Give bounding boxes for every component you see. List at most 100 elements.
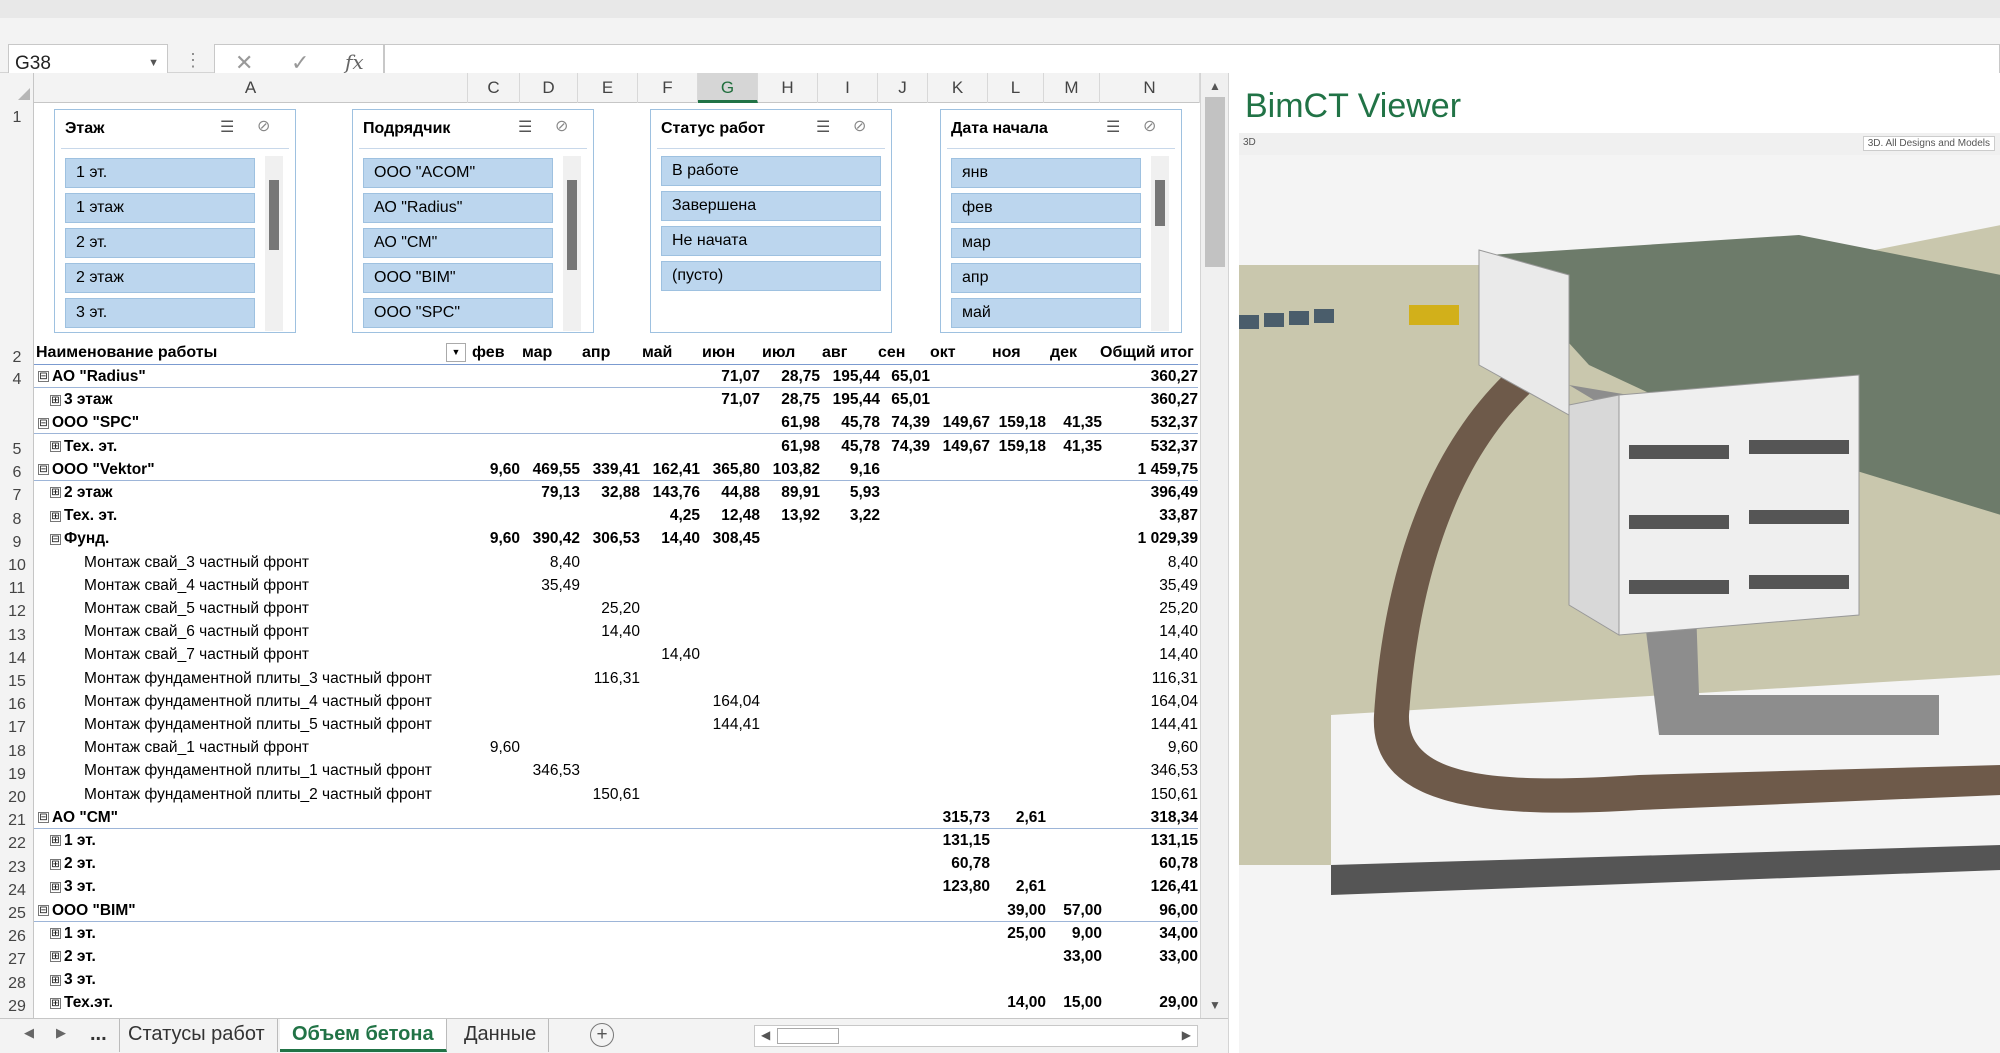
col-header-f[interactable]: F [638,73,698,103]
pivot-detail-row[interactable]: Монтаж фундаментной плиты_2 частный фрон… [34,783,1198,806]
value-cell[interactable]: 41,35 [1063,435,1102,458]
pivot-group-row[interactable]: ⊟ АО "СМ" 315,73 2,61 318,34 [34,806,1198,829]
slicer-scrollbar[interactable] [563,156,581,331]
slicer-item[interactable]: янв [951,158,1141,188]
pivot-detail-row[interactable]: Монтаж свай_4 частный фронт 35,49 35,49 [34,574,1198,597]
value-cell[interactable]: 79,13 [541,481,580,504]
next-sheet-icon[interactable]: ▶ [56,1025,66,1041]
value-cell[interactable]: 2,61 [1016,875,1046,898]
total-cell[interactable]: 29,00 [1159,991,1198,1014]
multi-select-icon[interactable]: ☰ [220,117,242,137]
total-cell[interactable]: 1 029,39 [1138,527,1198,550]
value-cell[interactable]: 61,98 [781,411,820,434]
expand-icon[interactable]: ⊞ [50,510,61,522]
slicer-item[interactable]: 1 этаж [65,193,255,223]
value-cell[interactable]: 45,78 [841,435,880,458]
function-icon[interactable]: fx [345,50,364,74]
total-cell[interactable]: 360,27 [1151,365,1198,388]
expand-icon[interactable]: ⊞ [50,835,61,847]
value-cell[interactable]: 149,67 [943,411,990,434]
value-cell[interactable]: 315,73 [943,806,990,829]
pivot-group-row[interactable]: ⊞ 2 этаж 79,13 32,88 143,76 44,88 89,91 5,93 396… [34,481,1198,504]
total-cell[interactable]: 126,41 [1151,875,1198,898]
clear-filter-icon[interactable]: ⊘ [1143,116,1165,136]
value-cell[interactable]: 159,18 [999,411,1046,434]
pivot-group-row[interactable]: ⊞ Тех.эт. 14,00 15,00 29,00 [34,991,1198,1014]
value-cell[interactable]: 123,80 [943,875,990,898]
pivot-group-row[interactable]: ⊟ ООО "Vektor" 9,60 469,55 339,41 162,41 365,8… [34,458,1198,481]
row-header[interactable]: 11 [0,577,34,600]
value-cell[interactable]: 9,16 [850,458,880,481]
pivot-group-row[interactable]: ⊞ 1 эт. 25,00 9,00 34,00 [34,922,1198,945]
total-cell[interactable]: 33,00 [1159,945,1198,968]
value-cell[interactable]: 89,91 [781,481,820,504]
row-header[interactable]: 16 [0,693,34,716]
scroll-thumb[interactable] [269,180,279,250]
expand-icon[interactable]: ⊞ [50,928,61,940]
pivot-group-row[interactable]: ⊞ 2 эт. 60,78 60,78 [34,852,1198,875]
value-cell[interactable]: 74,39 [891,435,930,458]
expand-icon[interactable]: ⊞ [50,997,61,1009]
total-cell[interactable]: 9,60 [1168,736,1198,759]
scroll-thumb[interactable] [777,1028,839,1044]
clear-filter-icon[interactable]: ⊘ [555,116,577,136]
slicer-start-date[interactable]: Дата начала ☰ ⊘ янв фев мар апр май [940,109,1182,333]
value-cell[interactable]: 14,40 [661,643,700,666]
value-cell[interactable]: 25,00 [1007,922,1046,945]
value-cell[interactable]: 308,45 [713,527,760,550]
slicer-scrollbar[interactable] [1151,156,1169,331]
row-header[interactable]: 9 [0,531,34,554]
vertical-scrollbar[interactable]: ▲ ▼ [1200,73,1228,1018]
col-header-i[interactable]: I [818,73,878,103]
row-header-1[interactable]: 1 [0,109,34,127]
total-cell[interactable]: 164,04 [1151,690,1198,713]
slicer-item[interactable]: (пусто) [661,261,881,291]
row-header[interactable]: 17 [0,716,34,739]
value-cell[interactable]: 15,00 [1063,991,1102,1014]
pivot-detail-row[interactable]: Монтаж свай_3 частный фронт 8,40 8,40 [34,551,1198,574]
value-cell[interactable]: 65,01 [891,365,930,388]
row-header[interactable]: 8 [0,508,34,531]
more-sheets-button[interactable]: ... [78,1019,120,1052]
col-header-d[interactable]: D [520,73,578,103]
value-cell[interactable]: 390,42 [533,527,580,550]
value-cell[interactable]: 339,41 [593,458,640,481]
value-cell[interactable]: 195,44 [833,388,880,411]
total-cell[interactable]: 346,53 [1151,759,1198,782]
pivot-group-row[interactable]: ⊟ Фунд. 9,60 390,42 306,53 14,40 308,45 1 029,3… [34,527,1198,550]
value-cell[interactable]: 9,60 [490,736,520,759]
multi-select-icon[interactable]: ☰ [816,117,838,137]
tab-concrete-volume[interactable]: Объем бетона [280,1019,447,1052]
row-header[interactable]: 22 [0,832,34,855]
slicer-item[interactable]: 2 эт. [65,228,255,258]
value-cell[interactable]: 74,39 [891,411,930,434]
col-header-e[interactable]: E [578,73,638,103]
total-cell[interactable]: 532,37 [1151,435,1198,458]
total-cell[interactable]: 96,00 [1159,899,1198,922]
expand-icon[interactable]: ⊞ [50,974,61,986]
col-header-n[interactable]: N [1100,73,1200,103]
expand-icon[interactable]: ⊞ [50,487,61,499]
value-cell[interactable]: 195,44 [833,365,880,388]
scroll-thumb[interactable] [1205,97,1225,267]
pivot-detail-row[interactable]: Монтаж свай_5 частный фронт 25,20 25,20 [34,597,1198,620]
total-cell[interactable]: 35,49 [1159,574,1198,597]
value-cell[interactable]: 14,00 [1007,991,1046,1014]
value-cell[interactable]: 9,00 [1072,922,1102,945]
total-cell[interactable]: 116,31 [1152,667,1198,690]
slicer-item[interactable]: В работе [661,156,881,186]
slicer-item[interactable]: ООО "ACOM" [363,158,553,188]
expand-icon[interactable]: ⊞ [50,858,61,870]
collapse-icon[interactable]: ⊟ [38,371,49,383]
total-cell[interactable]: 131,15 [1151,829,1198,852]
value-cell[interactable]: 25,20 [601,597,640,620]
value-cell[interactable]: 13,92 [781,504,820,527]
value-cell[interactable]: 28,75 [781,365,820,388]
slicer-item[interactable]: 2 этаж [65,263,255,293]
collapse-icon[interactable]: ⊟ [38,417,49,429]
total-cell[interactable]: 14,40 [1159,643,1198,666]
value-cell[interactable]: 306,53 [593,527,640,550]
value-cell[interactable]: 41,35 [1063,411,1102,434]
total-cell[interactable]: 60,78 [1159,852,1198,875]
value-cell[interactable]: 162,41 [653,458,700,481]
